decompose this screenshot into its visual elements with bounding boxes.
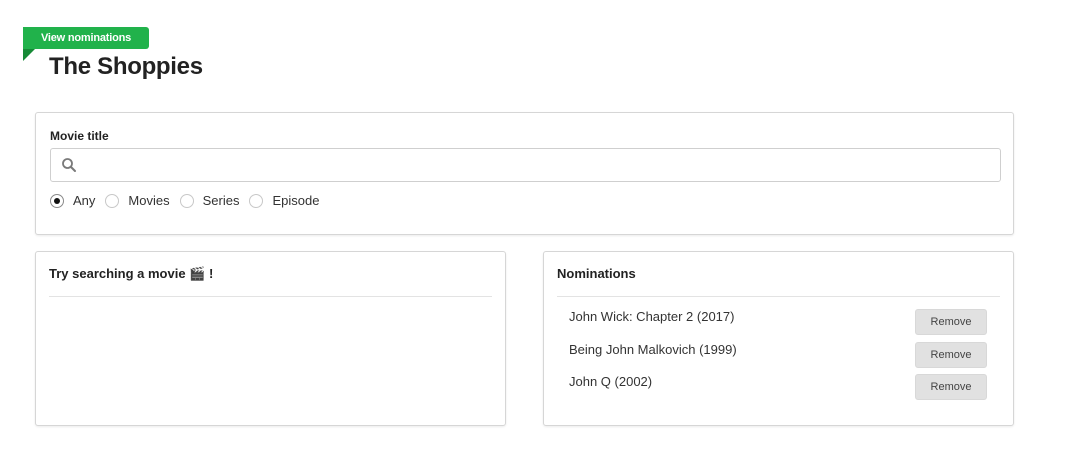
radio-movies-button[interactable] xyxy=(105,193,120,208)
page-title: The Shoppies xyxy=(49,53,203,80)
radio-series-label: Series xyxy=(202,193,240,208)
view-nominations-button[interactable]: View nominations xyxy=(23,27,149,49)
radio-movies[interactable]: Movies xyxy=(105,193,170,208)
radio-episode-button[interactable] xyxy=(249,193,264,208)
divider xyxy=(557,296,1000,297)
nomination-item: Being John Malkovich (1999) Remove xyxy=(569,337,987,368)
nomination-title: Being John Malkovich (1999) xyxy=(569,342,737,357)
radio-any-button[interactable] xyxy=(50,193,64,208)
radio-any[interactable]: Any xyxy=(50,193,95,208)
nominations-heading: Nominations xyxy=(557,266,636,281)
nomination-item: John Q (2002) Remove xyxy=(569,369,987,400)
remove-button[interactable]: Remove xyxy=(915,342,987,368)
remove-button[interactable]: Remove xyxy=(915,309,987,335)
remove-button[interactable]: Remove xyxy=(915,374,987,400)
search-field[interactable] xyxy=(50,148,1001,182)
search-icon xyxy=(61,157,77,173)
movie-title-label: Movie title xyxy=(50,129,109,143)
nomination-title: John Q (2002) xyxy=(569,374,653,389)
divider xyxy=(49,296,492,297)
radio-episode[interactable]: Episode xyxy=(249,193,319,208)
radio-movies-label: Movies xyxy=(128,193,170,208)
radio-series-button[interactable] xyxy=(179,193,194,208)
search-input[interactable] xyxy=(85,149,995,181)
results-card: Try searching a movie 🎬 ! xyxy=(35,251,506,426)
ribbon-fold xyxy=(23,49,35,61)
nomination-item: John Wick: Chapter 2 (2017) Remove xyxy=(569,304,987,335)
nominations-card: Nominations John Wick: Chapter 2 (2017) … xyxy=(543,251,1014,426)
radio-series[interactable]: Series xyxy=(179,193,240,208)
radio-episode-label: Episode xyxy=(272,193,320,208)
type-filter-group: Any Movies Series Episode xyxy=(50,193,329,208)
radio-any-label: Any xyxy=(73,193,96,208)
search-card: Movie title Any Movies Series Episode xyxy=(35,112,1014,235)
nomination-title: John Wick: Chapter 2 (2017) xyxy=(569,309,735,324)
results-heading: Try searching a movie 🎬 ! xyxy=(49,266,214,281)
